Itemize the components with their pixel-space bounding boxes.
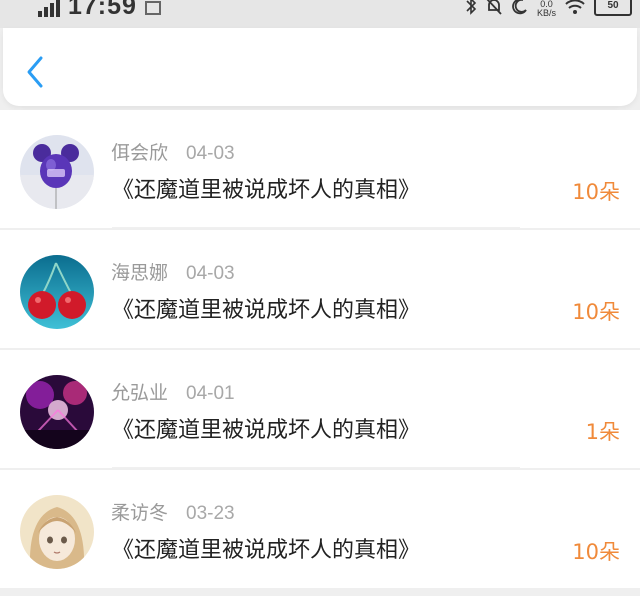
item-meta: 佴会欣 04-03 [111,138,235,165]
bluetooth-icon [466,0,477,15]
item-meta: 允弘业 04-01 [111,378,235,405]
book-title: 《还魔道里被说成坏人的真相》 [112,298,421,323]
date: 04-03 [186,143,235,164]
signal-icon [38,0,60,17]
list-item[interactable]: 佴会欣 04-03 《还魔道里被说成坏人的真相》 10朵 [0,110,640,228]
flower-amount: 1朵 [585,420,620,444]
list-item[interactable]: 海思娜 04-03 《还魔道里被说成坏人的真相》 10朵 [0,230,640,348]
status-bar: 17:59 0.0 KB/s 50 [0,0,640,28]
avatar[interactable] [20,255,94,329]
status-bar-right: 0.0 KB/s 50 [465,0,632,18]
moon-icon [512,0,527,15]
date: 04-01 [186,383,235,404]
concert-avatar-icon [20,375,94,449]
date: 03-23 [186,503,235,524]
purple-balloon-avatar-icon [20,135,94,209]
cherries-avatar-icon [20,255,94,329]
gift-list: 佴会欣 04-03 《还魔道里被说成坏人的真相》 10朵 海思娜 04-03 《… [0,110,640,590]
network-speed: 0.0 KB/s [536,0,556,18]
notification-icon [144,0,161,15]
date: 04-03 [186,263,235,284]
avatar[interactable] [20,375,94,449]
user-name: 海思娜 [111,262,169,284]
list-item[interactable]: 允弘业 04-01 《还魔道里被说成坏人的真相》 1朵 [0,350,640,468]
flower-amount: 10朵 [572,180,620,204]
book-title: 《还魔道里被说成坏人的真相》 [112,418,421,443]
user-name: 佴会欣 [111,142,169,164]
flower-amount: 10朵 [572,540,620,564]
user-name: 允弘业 [111,382,169,404]
list-item[interactable]: 柔访冬 03-23 《还魔道里被说成坏人的真相》 10朵 [0,470,640,588]
wifi-icon [565,0,585,14]
status-bar-left: 17:59 [38,0,161,21]
item-meta: 柔访冬 03-23 [111,498,235,525]
status-time: 17:59 [68,0,137,20]
avatar[interactable] [20,135,94,209]
avatar[interactable] [20,495,94,569]
user-name: 柔访冬 [111,502,169,524]
back-button[interactable] [21,54,51,90]
anime-girl-avatar-icon [20,495,94,569]
mute-bell-icon [486,0,502,15]
book-title: 《还魔道里被说成坏人的真相》 [112,178,421,203]
book-title: 《还魔道里被说成坏人的真相》 [112,538,421,563]
flower-amount: 10朵 [572,300,620,324]
nav-bar [3,28,637,106]
item-meta: 海思娜 04-03 [111,258,235,285]
chevron-left-icon [27,56,43,88]
battery-icon: 50 [594,0,632,16]
